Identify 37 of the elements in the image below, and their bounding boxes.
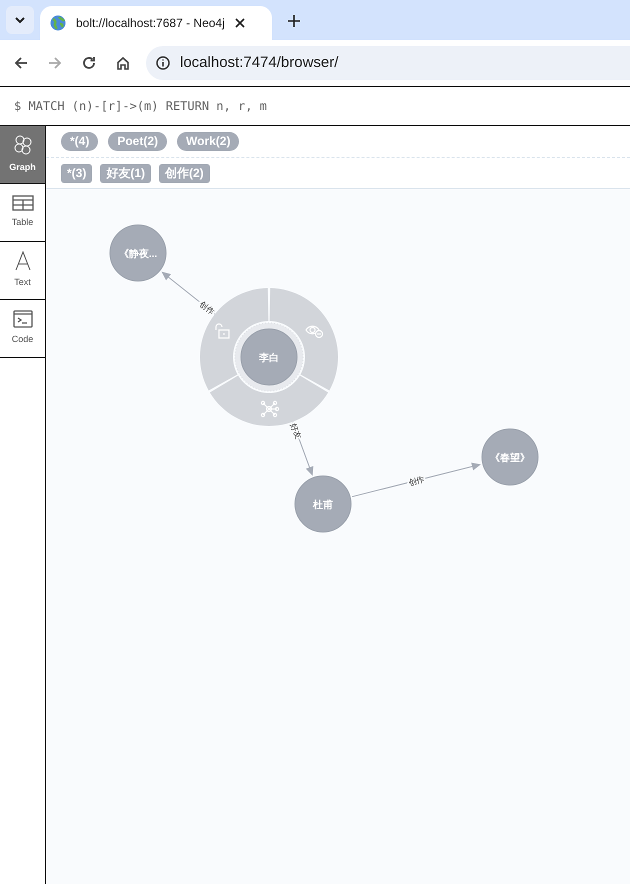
tab-title: bolt://localhost:7687 - Neo4j [76, 15, 225, 32]
relationship-label: 创作 [198, 300, 216, 317]
reload-icon[interactable] [82, 56, 96, 70]
terminal-icon [12, 310, 32, 328]
eye-icon [305, 326, 324, 338]
tab-list-button[interactable] [6, 6, 34, 34]
graph-node[interactable]: 《春望》 [482, 428, 538, 486]
close-icon[interactable] [234, 18, 245, 28]
node-label-tag[interactable]: *(4) [61, 132, 98, 151]
info-icon[interactable] [156, 56, 170, 70]
relationship-type-tag[interactable]: *(3) [61, 164, 92, 182]
relationship-type-tag[interactable]: 好友(1) [100, 164, 152, 182]
table-icon [12, 195, 34, 212]
node-label-tag[interactable]: Poet(2) [108, 132, 168, 151]
node-menu-segment[interactable] [270, 288, 338, 390]
letter-a-icon [14, 251, 32, 272]
sidebar-tab[interactable]: Graph [0, 126, 45, 184]
globe-icon [50, 15, 66, 31]
graph-node[interactable]: 《静夜... [110, 224, 166, 282]
chevron-down-icon [14, 16, 26, 24]
url-text: localhost:7474/browser/ [180, 52, 338, 73]
query-editor[interactable]: $ MATCH (n)-[r]->(m) RETURN n, r, m [14, 97, 267, 115]
graph-node[interactable]: 李白 [240, 328, 298, 386]
relationship-type-tag[interactable]: 创作(2) [159, 164, 210, 182]
browser-tab[interactable]: bolt://localhost:7687 - Neo4j [40, 6, 272, 40]
graph-node[interactable]: 杜甫 [294, 476, 352, 532]
home-icon[interactable] [116, 56, 130, 70]
network-icon [260, 400, 280, 418]
graph-icon [12, 134, 34, 156]
address-bar[interactable]: localhost:7474/browser/ [146, 46, 630, 80]
node-menu-segment[interactable] [200, 288, 268, 390]
relationship-label: 创作 [408, 474, 426, 488]
relationship-label: 好友 [288, 422, 303, 440]
unlock-icon [215, 323, 230, 339]
node-label-tag[interactable]: Work(2) [177, 132, 240, 151]
new-tab-icon[interactable] [288, 15, 300, 27]
back-arrow-icon[interactable] [14, 56, 28, 70]
